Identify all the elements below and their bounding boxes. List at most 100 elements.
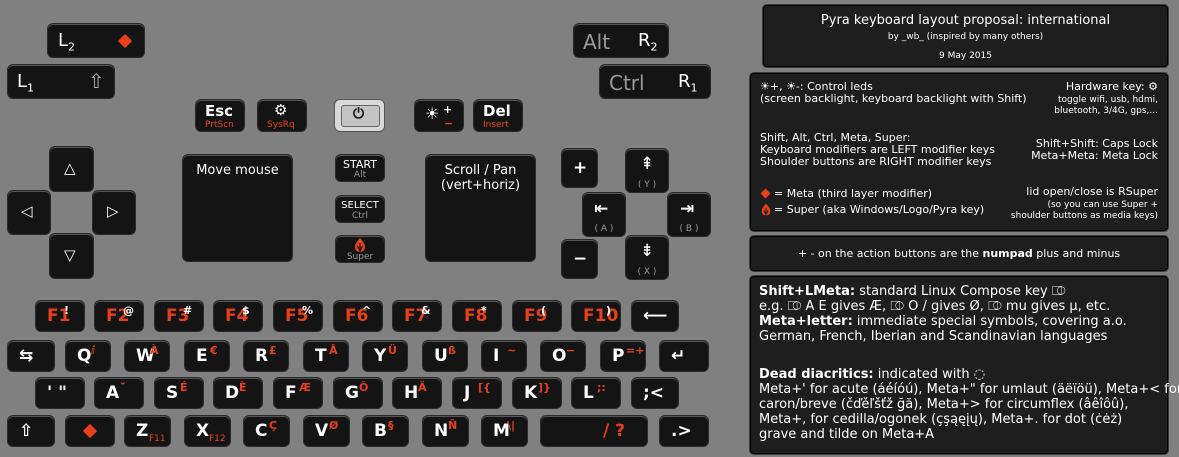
key-c[interactable]: CÇ [244, 416, 289, 446]
key-sym0[interactable]: ' " [36, 378, 84, 408]
key-label: F10 [583, 306, 619, 326]
l2-shoulder-button[interactable]: L2 [48, 24, 144, 57]
key-label: E [196, 346, 208, 366]
key-alt-symbol: Ñ [448, 419, 458, 432]
r1-shoulder-button[interactable]: Ctrl R1 [600, 65, 710, 98]
key-k[interactable]: K]} [513, 378, 561, 408]
key-f8[interactable]: F8 * [453, 301, 501, 331]
key-q[interactable]: Qⅈ [66, 341, 110, 371]
ctrl-sub-label: Ctrl [351, 211, 368, 221]
key-sym0[interactable]: ⇆ [8, 341, 54, 371]
gear-icon: ⚙ [274, 101, 288, 119]
dpad-down-button[interactable]: ▽ [50, 234, 93, 278]
key-h[interactable]: HÄ [393, 378, 441, 408]
compose-line-6: Meta+' for acute (áéíóú), Meta+" for uml… [759, 382, 1179, 397]
key-b[interactable]: B § [363, 416, 408, 446]
key-o[interactable]: O − [541, 341, 585, 371]
select-button[interactable]: SELECT Ctrl [336, 196, 384, 222]
key-f5[interactable]: F5% [274, 301, 322, 331]
key-g[interactable]: GÔ [334, 378, 382, 408]
key-f3[interactable]: F3 # [155, 301, 203, 331]
key-sym10[interactable]: ;< [632, 378, 678, 408]
r2-label: R2 [638, 30, 658, 54]
key-meta[interactable] [66, 416, 114, 446]
x-action-button[interactable]: ⇟ ( X ) [626, 236, 668, 279]
key-label: P [612, 346, 625, 366]
key-s[interactable]: SÉ [155, 378, 203, 408]
key-alt-symbol: ( [541, 304, 547, 317]
brightness-key[interactable]: ☀ + − [415, 100, 463, 131]
key-alt-symbol: ⅈ [91, 344, 95, 357]
dpad-left-button[interactable]: ◁ [8, 191, 50, 234]
key-x[interactable]: X F12 [185, 416, 230, 446]
super-pyra-button[interactable]: Super [336, 236, 384, 262]
key-alt-symbol: @ [123, 304, 134, 317]
key-z[interactable]: Z F11 [125, 416, 170, 446]
key-f1[interactable]: F1! [36, 301, 84, 331]
key-u[interactable]: Uß [423, 341, 467, 371]
dpad-right-button[interactable]: ▷ [93, 191, 135, 234]
r2-shoulder-button[interactable]: Alt R2 [574, 24, 668, 57]
hardware-gear-key[interactable]: ⚙ SysRq [258, 100, 306, 131]
b-action-button[interactable]: ⇥ ( B ) [668, 193, 710, 236]
del-key[interactable]: Del Insert [474, 100, 522, 131]
dpad-up-button[interactable]: △ [50, 147, 93, 191]
meta-diamond-icon [82, 423, 98, 439]
right-nub-scroll-pan[interactable]: Scroll / Pan (vert+horiz) [426, 155, 535, 261]
compose-panel: Shift+LMeta: standard Linux Compose key … [750, 276, 1179, 454]
key-alt-symbol: Ü [388, 344, 397, 357]
start-label: START [343, 158, 377, 171]
key-sym11[interactable]: ↵ [660, 341, 708, 371]
l1-shoulder-button[interactable]: L1 ⇧ [8, 65, 114, 98]
key-w[interactable]: WÀ [125, 341, 169, 371]
triangle-down-icon: ▽ [64, 246, 76, 264]
numpad-plus-button[interactable]: + [562, 149, 597, 187]
key-sym0[interactable]: ⇧ [8, 416, 54, 446]
info-panel: ☀+, ☀-: Control leds (screen backlight, … [750, 73, 1168, 231]
power-button[interactable]: ⏻ [335, 100, 384, 131]
key-sym10[interactable]: ⟵ [632, 301, 678, 331]
key-i[interactable]: I ~ [482, 341, 526, 371]
left-nub-move-mouse[interactable]: Move mouse [183, 155, 292, 261]
key-f6[interactable]: F6 ^ [334, 301, 382, 331]
key-f7[interactable]: F7 & [393, 301, 441, 331]
key-m[interactable]: M \| [482, 416, 527, 446]
vert-horiz-label: (vert+horiz) [440, 178, 521, 193]
key-alt-symbol: ! [64, 304, 70, 317]
scroll-pan-label: Scroll / Pan [444, 163, 517, 178]
key-label: J [464, 383, 471, 403]
key-f4[interactable]: F4 $ [214, 301, 262, 331]
key-sym9[interactable]: / ? [541, 416, 647, 446]
key-alt-symbol: F12 [209, 434, 226, 444]
key-f2[interactable]: F2 @ [95, 301, 143, 331]
minus-label: − [573, 249, 588, 269]
key-t[interactable]: TÅ [304, 341, 348, 371]
key-d[interactable]: DÈ [214, 378, 262, 408]
key-sym10[interactable]: .> [660, 416, 708, 446]
key-n[interactable]: NÑ [423, 416, 468, 446]
key-p[interactable]: P =+ [601, 341, 645, 371]
key-alt-symbol: € [210, 344, 218, 357]
key-l[interactable]: L;: [572, 378, 620, 408]
key-f9[interactable]: F9( [513, 301, 561, 331]
key-f[interactable]: FÆ [274, 378, 322, 408]
key-f10[interactable]: F10) [572, 301, 620, 331]
numpad-minus-button[interactable]: − [562, 240, 597, 278]
key-e[interactable]: E € [185, 341, 229, 371]
key-y[interactable]: YÜ [363, 341, 407, 371]
key-j[interactable]: J [{ [453, 378, 501, 408]
y-action-button[interactable]: ⇞ ( Y ) [626, 149, 668, 192]
power-icon: ⏻ [353, 106, 365, 122]
key-v[interactable]: VØ [304, 416, 349, 446]
key-alt-symbol: È [239, 381, 247, 394]
meta-diamond-icon [117, 33, 133, 49]
key-a[interactable]: A ˇ̆ [95, 378, 143, 408]
key-alt-symbol: £ [269, 344, 277, 357]
key-label: ⟵ [643, 306, 668, 326]
a-action-button[interactable]: ⇤ ( A ) [583, 193, 625, 236]
start-button[interactable]: START Alt [336, 155, 384, 181]
key-label: D [225, 383, 240, 403]
key-r[interactable]: R £ [244, 341, 288, 371]
key-label: ' " [47, 383, 67, 403]
esc-key[interactable]: Esc PrtScn [196, 100, 244, 131]
